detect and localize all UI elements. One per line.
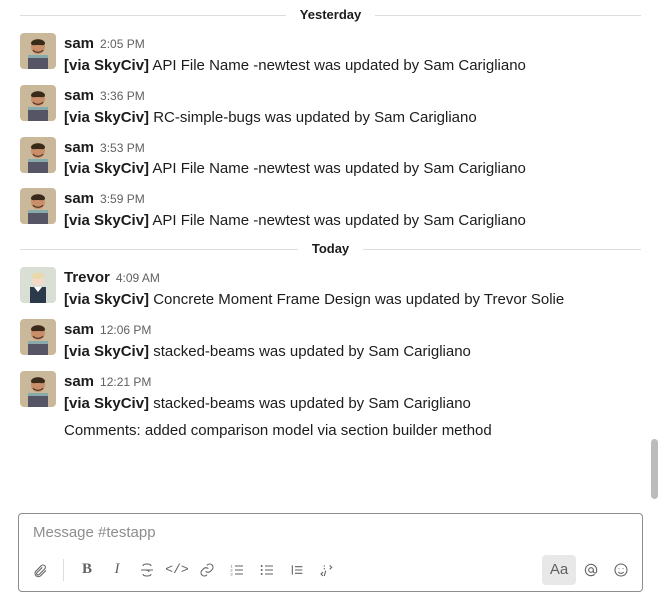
message-extra: Comments: added comparison model via sec… — [64, 420, 641, 442]
message-input[interactable] — [19, 514, 642, 551]
date-divider: Today — [20, 240, 641, 259]
avatar[interactable] — [20, 137, 56, 173]
quote-button[interactable] — [282, 555, 312, 585]
message-author[interactable]: Trevor — [64, 267, 110, 289]
message-text: [via SkyCiv] API File Name -newtest was … — [64, 210, 641, 232]
attach-icon[interactable] — [25, 555, 55, 585]
message-time: 12:06 PM — [100, 322, 151, 340]
message-text: [via SkyCiv] Concrete Moment Frame Desig… — [64, 289, 641, 311]
scrollbar-thumb[interactable] — [651, 439, 658, 499]
formatting-toggle[interactable]: Aa — [542, 555, 576, 585]
link-button[interactable] — [192, 555, 222, 585]
ordered-list-button[interactable]: 123 — [222, 555, 252, 585]
date-divider-label: Yesterday — [286, 6, 375, 25]
bold-button[interactable]: B — [72, 555, 102, 585]
message: sam 3:36 PM[via SkyCiv] RC-simple-bugs wa… — [20, 79, 641, 131]
mention-icon[interactable] — [576, 555, 606, 585]
code-button[interactable]: </> — [162, 555, 192, 585]
italic-button[interactable]: I — [102, 555, 132, 585]
avatar[interactable] — [20, 188, 56, 224]
avatar[interactable] — [20, 267, 56, 303]
message: sam 12:06 PM[via SkyCiv] stacked-beams wa… — [20, 313, 641, 365]
bullet-list-button[interactable] — [252, 555, 282, 585]
message-author[interactable]: sam — [64, 137, 94, 159]
composer-toolbar: B I </> 123 Aa — [19, 551, 642, 591]
message-text: [via SkyCiv] API File Name -newtest was … — [64, 55, 641, 77]
avatar[interactable] — [20, 85, 56, 121]
avatar[interactable] — [20, 371, 56, 407]
strike-button[interactable] — [132, 555, 162, 585]
message-time: 3:36 PM — [100, 88, 145, 106]
message: sam 3:59 PM[via SkyCiv] API File Name -ne… — [20, 182, 641, 234]
date-divider: Yesterday — [20, 6, 641, 25]
message-author[interactable]: sam — [64, 319, 94, 341]
message-author[interactable]: sam — [64, 85, 94, 107]
code-block-button[interactable] — [312, 555, 342, 585]
message-author[interactable]: sam — [64, 33, 94, 55]
message-author[interactable]: sam — [64, 188, 94, 210]
message: sam 3:53 PM[via SkyCiv] API File Name -ne… — [20, 131, 641, 183]
svg-text:3: 3 — [230, 571, 233, 576]
message-time: 12:21 PM — [100, 374, 151, 392]
message-author[interactable]: sam — [64, 371, 94, 393]
emoji-icon[interactable] — [606, 555, 636, 585]
message-text: [via SkyCiv] stacked-beams was updated b… — [64, 341, 641, 363]
message-time: 3:59 PM — [100, 191, 145, 209]
message-text: [via SkyCiv] RC-simple-bugs was updated … — [64, 107, 641, 129]
message-time: 3:53 PM — [100, 140, 145, 158]
date-divider-label: Today — [298, 240, 363, 259]
composer: B I </> 123 Aa — [18, 513, 643, 592]
message-text: [via SkyCiv] API File Name -newtest was … — [64, 158, 641, 180]
avatar[interactable] — [20, 319, 56, 355]
message: Trevor 4:09 AM[via SkyCiv] Concrete Momen… — [20, 261, 641, 313]
message-text: [via SkyCiv] stacked-beams was updated b… — [64, 393, 641, 415]
message: sam 2:05 PM[via SkyCiv] API File Name -ne… — [20, 27, 641, 79]
message-time: 2:05 PM — [100, 36, 145, 54]
message-time: 4:09 AM — [116, 270, 160, 288]
message: sam 12:21 PM[via SkyCiv] stacked-beams wa… — [20, 365, 641, 445]
avatar[interactable] — [20, 33, 56, 69]
